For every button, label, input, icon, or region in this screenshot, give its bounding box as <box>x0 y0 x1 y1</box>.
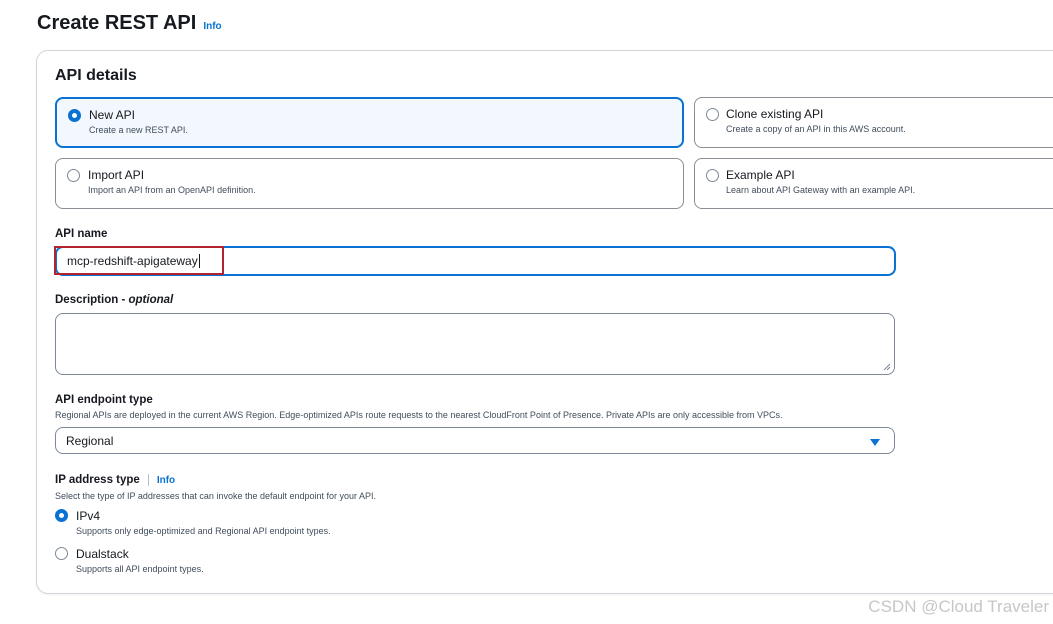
watermark: CSDN @Cloud Traveler <box>868 597 1049 616</box>
tile-example-title: Example API <box>726 168 795 182</box>
radio-ipv4[interactable] <box>55 509 68 522</box>
page-title: Create REST API <box>37 12 197 34</box>
api-name-highlight <box>54 246 224 275</box>
api-name-label: API name <box>55 228 108 240</box>
description-label: Description - optional <box>55 294 174 306</box>
ip-address-info-link[interactable]: Info <box>157 475 175 486</box>
tile-new-api-title: New API <box>89 108 136 122</box>
tile-example-desc: Learn about API Gateway with an example … <box>726 185 916 195</box>
dualstack-title: Dualstack <box>76 547 129 561</box>
caret-down-icon <box>870 439 880 446</box>
tile-new-api[interactable]: New API Create a new REST API. <box>55 97 684 148</box>
page-info-link[interactable]: Info <box>203 21 221 32</box>
endpoint-type-value: Regional <box>66 433 114 448</box>
radio-dualstack[interactable] <box>55 547 68 560</box>
ipv4-desc: Supports only edge-optimized and Regiona… <box>76 526 331 536</box>
tile-clone-existing-api[interactable]: Clone existing API Create a copy of an A… <box>694 97 1053 148</box>
endpoint-type-desc: Regional APIs are deployed in the curren… <box>55 410 783 420</box>
endpoint-type-label: API endpoint type <box>55 394 153 406</box>
ip-address-type-label: IP address type Info <box>55 474 176 487</box>
description-optional: optional <box>128 294 174 306</box>
ipv4-title: IPv4 <box>76 509 101 523</box>
ip-address-type-desc: Select the type of IP addresses that can… <box>55 491 377 501</box>
panel-title: API details <box>55 67 137 84</box>
radio-clone-existing-api[interactable] <box>706 108 719 121</box>
api-details-panel: API details New API Create a new REST AP… <box>36 50 1053 594</box>
page-header: Create REST API Info <box>37 12 222 35</box>
tile-clone-title: Clone existing API <box>726 107 824 121</box>
radio-new-api[interactable] <box>68 109 81 122</box>
tile-example-api[interactable]: Example API Learn about API Gateway with… <box>694 158 1053 209</box>
radio-import-api[interactable] <box>67 169 80 182</box>
tile-import-desc: Import an API from an OpenAPI definition… <box>88 185 256 195</box>
resize-handle-icon[interactable] <box>883 363 891 371</box>
endpoint-type-select[interactable]: Regional <box>55 427 895 454</box>
tile-new-api-desc: Create a new REST API. <box>89 125 188 135</box>
description-textarea[interactable] <box>55 313 895 375</box>
tile-import-api[interactable]: Import API Import an API from an OpenAPI… <box>55 158 684 209</box>
radio-example-api[interactable] <box>706 169 719 182</box>
tile-clone-desc: Create a copy of an API in this AWS acco… <box>726 124 906 134</box>
dualstack-desc: Supports all API endpoint types. <box>76 564 204 574</box>
tile-import-title: Import API <box>88 168 145 182</box>
